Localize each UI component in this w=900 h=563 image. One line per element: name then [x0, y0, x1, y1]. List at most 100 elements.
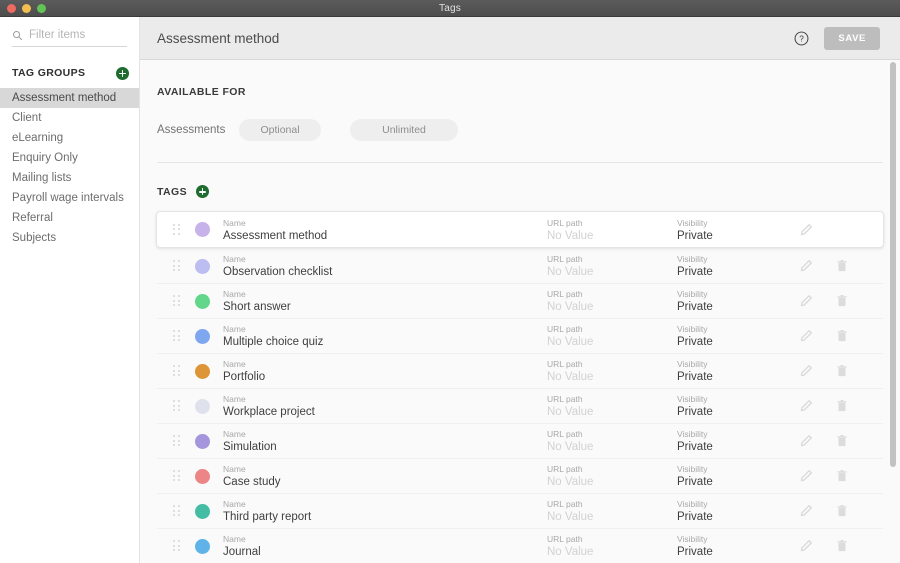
tag-row[interactable]: Name Portfolio URL path No Value Visibility P…: [157, 354, 883, 389]
tag-row[interactable]: Name Assessment method URL path No Value Vis…: [156, 211, 884, 248]
name-label: Name: [223, 499, 246, 509]
available-for-row: Assessments Optional Unlimited: [140, 119, 900, 141]
row-actions: [787, 223, 879, 237]
pill-optional[interactable]: Optional: [239, 119, 321, 141]
tag-visibility-cell: Visibility Private: [677, 498, 787, 524]
url-path-label: URL path: [547, 217, 583, 228]
drag-handle-icon[interactable]: [173, 435, 181, 447]
sidebar-item-client[interactable]: Client: [0, 108, 139, 128]
pencil-icon[interactable]: [799, 469, 813, 483]
trash-icon[interactable]: [835, 364, 849, 378]
trash-icon[interactable]: [835, 294, 849, 308]
tag-name-cell: Name Journal: [223, 533, 547, 559]
tag-url-path: No Value: [547, 511, 594, 523]
drag-handle-icon[interactable]: [173, 540, 181, 552]
pencil-icon[interactable]: [799, 504, 813, 518]
sidebar-item-enquiry-only[interactable]: Enquiry Only: [0, 148, 139, 168]
tag-visibility-cell: Visibility Private: [677, 428, 787, 454]
drag-handle-icon[interactable]: [173, 260, 181, 272]
section-divider: [157, 162, 883, 163]
pencil-icon[interactable]: [799, 539, 813, 553]
sidebar-item-assessment-method[interactable]: Assessment method: [0, 88, 139, 108]
pencil-icon[interactable]: [799, 294, 813, 308]
sidebar-item-referral[interactable]: Referral: [0, 208, 139, 228]
question-circle-icon[interactable]: ?: [794, 31, 809, 46]
tag-row[interactable]: Name Journal URL path No Value Visibility Pri…: [157, 529, 883, 563]
tag-row[interactable]: Name Multiple choice quiz URL path No Value…: [157, 319, 883, 354]
trash-icon[interactable]: [835, 434, 849, 448]
tag-row[interactable]: Name Case study URL path No Value Visibility…: [157, 459, 883, 494]
pencil-icon[interactable]: [799, 364, 813, 378]
minimize-button[interactable]: [22, 3, 31, 13]
drag-handle-icon[interactable]: [173, 223, 181, 236]
drag-handle-icon[interactable]: [173, 470, 181, 482]
tag-url-path-cell: URL path No Value: [547, 217, 677, 243]
tag-visibility: Private: [677, 229, 713, 242]
filter-input[interactable]: [29, 29, 127, 41]
drag-handle-icon[interactable]: [173, 330, 181, 342]
tag-name: Assessment method: [223, 229, 328, 242]
tag-visibility: Private: [677, 371, 713, 383]
tag-color-swatch: [195, 398, 210, 414]
title-bar: Tags: [0, 0, 900, 17]
trash-icon[interactable]: [835, 504, 849, 518]
sidebar-item-payroll-wage-intervals[interactable]: Payroll wage intervals: [0, 188, 139, 208]
tag-row[interactable]: Name Simulation URL path No Value Visibility…: [157, 424, 883, 459]
tag-color-swatch: [195, 538, 210, 554]
pill-unlimited[interactable]: Unlimited: [350, 119, 458, 141]
drag-handle-icon[interactable]: [173, 400, 181, 412]
tag-row[interactable]: Name Workplace project URL path No Value Vis…: [157, 389, 883, 424]
add-tag-group-icon[interactable]: [116, 66, 129, 80]
tag-row[interactable]: Name Short answer URL path No Value Visibili…: [157, 284, 883, 319]
tag-url-path: No Value: [547, 301, 594, 313]
pencil-icon[interactable]: [799, 329, 813, 343]
pencil-icon[interactable]: [799, 223, 813, 237]
tag-visibility: Private: [677, 266, 713, 278]
tag-visibility-cell: Visibility Private: [677, 533, 787, 559]
tag-url-path-cell: URL path No Value: [547, 393, 677, 419]
tag-color-swatch: [195, 433, 210, 449]
drag-handle-icon[interactable]: [173, 365, 181, 377]
tag-color-swatch: [195, 222, 210, 237]
tag-name-cell: Name Case study: [223, 463, 547, 489]
add-tag-icon[interactable]: [196, 185, 209, 198]
visibility-label: Visibility: [677, 217, 708, 228]
trash-icon[interactable]: [835, 259, 849, 273]
row-actions: [787, 259, 879, 273]
tag-visibility: Private: [677, 441, 713, 453]
url-path-label: URL path: [547, 499, 583, 509]
tag-color-swatch: [195, 468, 210, 484]
tag-url-path: No Value: [547, 406, 594, 418]
url-path-label: URL path: [547, 254, 583, 264]
tag-url-path: No Value: [547, 371, 594, 383]
scrollbar-thumb[interactable]: [890, 62, 896, 467]
visibility-label: Visibility: [677, 359, 708, 369]
row-actions: [787, 294, 879, 308]
pencil-icon[interactable]: [799, 259, 813, 273]
name-label: Name: [223, 254, 246, 264]
filter-field-wrapper[interactable]: [12, 29, 127, 47]
page-toolbar: Assessment method ? SAVE: [140, 17, 900, 60]
close-button[interactable]: [7, 3, 16, 13]
zoom-button[interactable]: [37, 3, 46, 13]
drag-handle-icon[interactable]: [173, 295, 181, 307]
trash-icon[interactable]: [835, 329, 849, 343]
tag-row[interactable]: Name Third party report URL path No Value Vi…: [157, 494, 883, 529]
sidebar-item-mailing-lists[interactable]: Mailing lists: [0, 168, 139, 188]
trash-icon[interactable]: [835, 469, 849, 483]
trash-icon[interactable]: [835, 399, 849, 413]
drag-handle-icon[interactable]: [173, 505, 181, 517]
save-button[interactable]: SAVE: [824, 26, 880, 50]
trash-icon[interactable]: [835, 539, 849, 553]
tag-name-cell: Name Third party report: [223, 498, 547, 524]
row-actions: [787, 364, 879, 378]
tag-visibility: Private: [677, 406, 713, 418]
sidebar-item-subjects[interactable]: Subjects: [0, 228, 139, 248]
visibility-label: Visibility: [677, 324, 708, 334]
name-label: Name: [223, 534, 246, 544]
pencil-icon[interactable]: [799, 434, 813, 448]
sidebar-item-elearning[interactable]: eLearning: [0, 128, 139, 148]
tag-row[interactable]: Name Observation checklist URL path No Valu…: [157, 249, 883, 284]
app-window: Tags TAG GROUPS Assessment methodCliente…: [0, 0, 900, 563]
pencil-icon[interactable]: [799, 399, 813, 413]
